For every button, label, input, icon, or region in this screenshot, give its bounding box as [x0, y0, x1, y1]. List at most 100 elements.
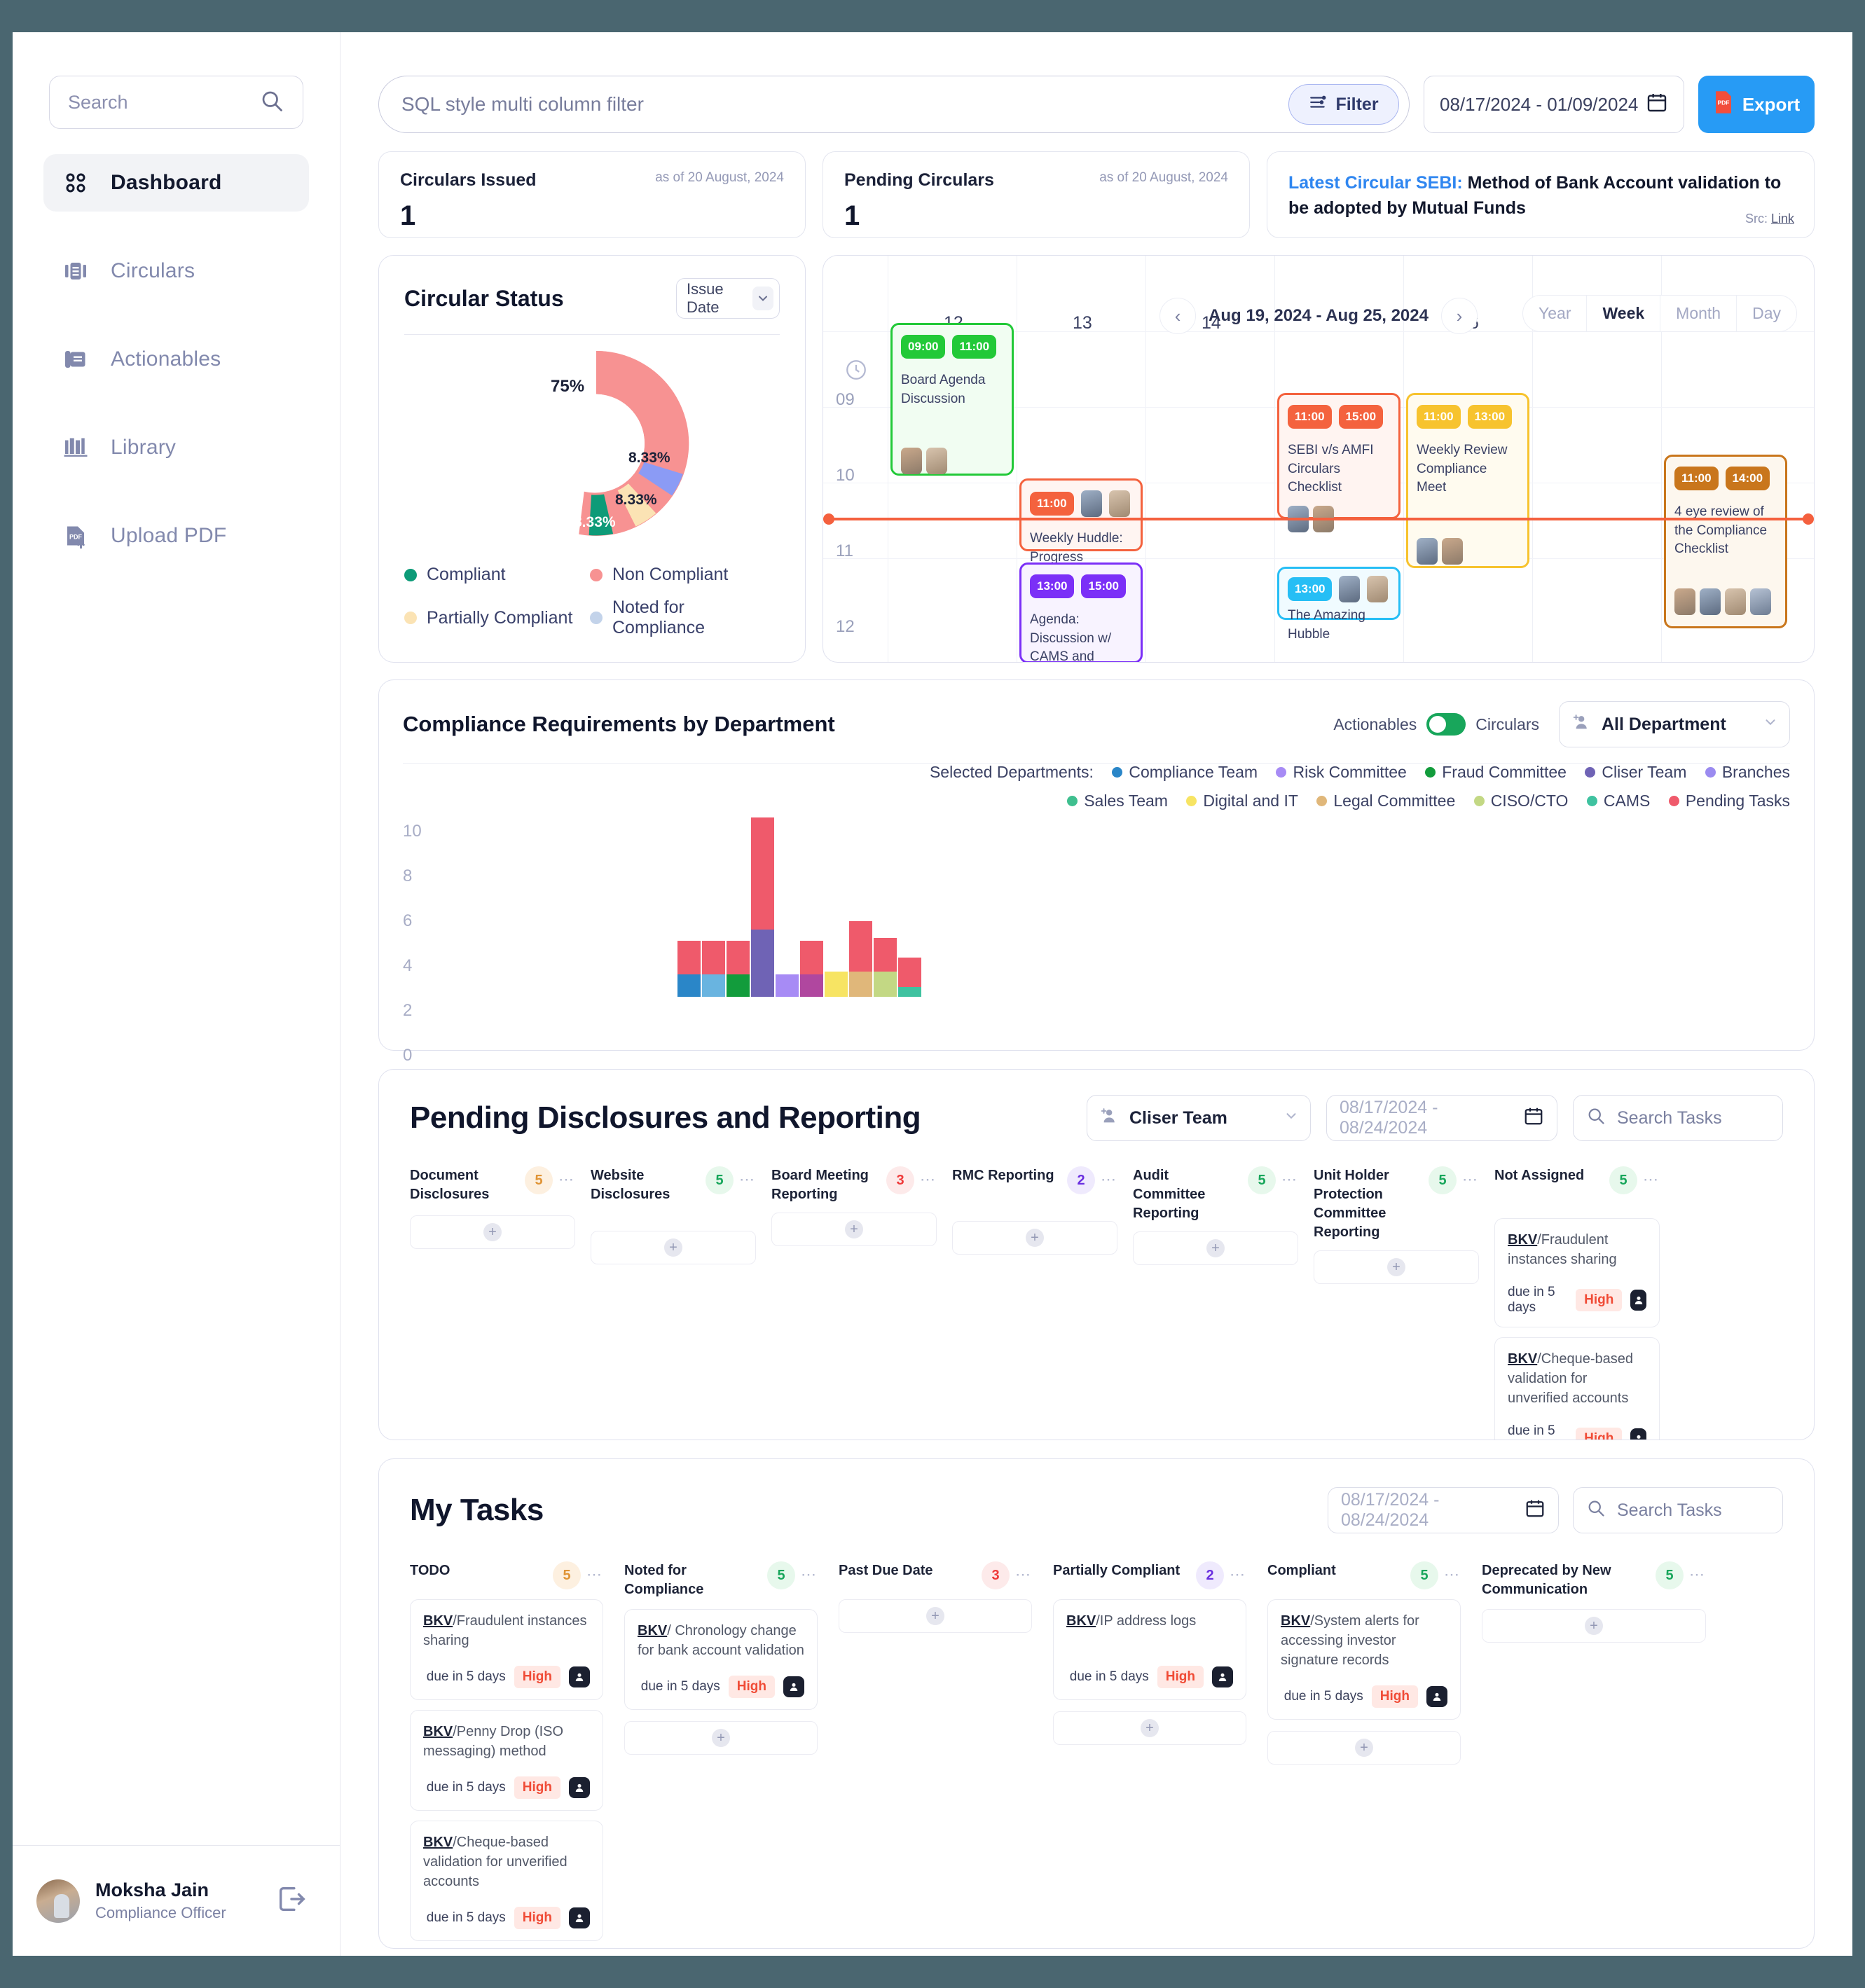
column-menu-icon[interactable]: ⋯ — [1643, 1171, 1660, 1189]
sidebar-search[interactable] — [49, 76, 303, 129]
add-card-button[interactable]: + — [624, 1721, 818, 1755]
column-menu-icon[interactable]: ⋯ — [1281, 1171, 1298, 1189]
assignee-icon[interactable] — [1212, 1666, 1233, 1687]
assignee-icon[interactable] — [1426, 1686, 1447, 1707]
team-select[interactable]: Cliser Team — [1087, 1095, 1311, 1141]
export-button[interactable]: PDF Export — [1698, 76, 1815, 133]
task-card[interactable]: BKV/System alerts for accessing investor… — [1267, 1599, 1461, 1720]
user-profile[interactable]: Moksha Jain Compliance Officer — [13, 1845, 340, 1956]
assignee-icon[interactable] — [569, 1777, 590, 1798]
add-card-button[interactable]: + — [1133, 1231, 1298, 1265]
calendar-view-week[interactable]: Week — [1587, 296, 1661, 331]
pending-date-range[interactable]: 08/17/2024 - 08/24/2024 — [1326, 1095, 1557, 1141]
column-menu-icon[interactable]: ⋯ — [920, 1171, 937, 1189]
column-menu-icon[interactable]: ⋯ — [558, 1171, 575, 1189]
actionables-circulars-toggle[interactable]: Actionables Circulars — [1333, 713, 1539, 736]
my-tasks-date-range[interactable]: 08/17/2024 - 08/24/2024 — [1328, 1487, 1559, 1533]
calendar-event-agenda-cams[interactable]: 13:00 15:00 Agenda: Discussion w/ CAMS a… — [1019, 562, 1143, 662]
sidebar-item-circulars[interactable]: Circulars — [43, 242, 309, 300]
calendar-icon — [1646, 91, 1668, 118]
calendar-view-year[interactable]: Year — [1523, 296, 1588, 331]
task-card[interactable]: BKV/ Chronology change for bank account … — [624, 1609, 818, 1710]
task-card[interactable]: BKV/Fraudulent instances sharing due in … — [1494, 1218, 1660, 1327]
assignee-icon[interactable] — [569, 1666, 590, 1687]
column-menu-icon[interactable]: ⋯ — [739, 1171, 756, 1189]
add-card-button[interactable]: + — [771, 1213, 937, 1246]
sidebar-item-dashboard[interactable]: Dashboard — [43, 154, 309, 212]
selected-departments-label: Selected Departments: — [929, 763, 1094, 781]
add-card-button[interactable]: + — [410, 1215, 575, 1249]
column-menu-icon[interactable]: ⋯ — [1101, 1171, 1117, 1189]
sidebar-item-actionables[interactable]: Actionables — [43, 331, 309, 388]
calendar-event-weekly-review[interactable]: 11:00 13:00 Weekly Review Compliance Mee… — [1406, 393, 1529, 568]
column-menu-icon[interactable]: ⋯ — [1230, 1566, 1246, 1584]
calendar-event-board-agenda[interactable]: 09:00 11:00 Board Agenda Discussion — [890, 323, 1014, 476]
column-title: Noted for Compliance — [624, 1563, 704, 1597]
add-card-button[interactable]: + — [1053, 1711, 1246, 1745]
kpi-title: Pending Circulars — [844, 170, 994, 190]
legend-item-compliant: Compliant — [404, 565, 590, 585]
task-due: due in 5 days — [426, 1910, 506, 1925]
search-icon — [1586, 1106, 1606, 1131]
department-select[interactable]: All Department — [1559, 701, 1790, 747]
src-label: Src: — [1744, 212, 1768, 226]
date-range-picker[interactable]: 08/17/2024 - 01/09/2024 — [1424, 76, 1684, 133]
assignee-icon[interactable] — [783, 1676, 804, 1697]
filter-button[interactable]: Filter — [1288, 84, 1399, 125]
assignee-icon[interactable] — [1630, 1428, 1646, 1440]
toggle-switch[interactable] — [1426, 713, 1466, 736]
bar-cliser-team — [751, 817, 774, 997]
calendar-event-weekly-huddle[interactable]: 11:00 Weekly Huddle: Progress — [1019, 478, 1143, 565]
add-card-button[interactable]: + — [1314, 1250, 1479, 1284]
assignee-icon[interactable] — [1630, 1290, 1646, 1311]
team-select-value: Cliser Team — [1129, 1107, 1227, 1128]
sidebar-item-upload-pdf[interactable]: PDF Upload PDF — [43, 507, 309, 565]
issue-date-select[interactable]: Issue Date — [676, 278, 780, 319]
calendar-event-sebi-amfi[interactable]: 11:00 15:00 SEBI v/s AMFI Circulars Chec… — [1277, 393, 1401, 532]
pending-search[interactable]: Search Tasks — [1573, 1095, 1783, 1141]
task-card[interactable]: BKV/Cheque-based validation for unverifi… — [410, 1821, 603, 1941]
column-menu-icon[interactable]: ⋯ — [1444, 1566, 1461, 1584]
legend-item-ciso-cto: CISO/CTO — [1473, 792, 1568, 810]
plus-icon: + — [845, 1220, 863, 1238]
column-menu-icon[interactable]: ⋯ — [586, 1566, 603, 1584]
search-icon — [1586, 1498, 1606, 1523]
column-menu-icon[interactable]: ⋯ — [1015, 1566, 1032, 1584]
column-count: 5 — [706, 1166, 734, 1194]
assignee-icon[interactable] — [569, 1907, 590, 1928]
search-input[interactable] — [68, 91, 243, 113]
donut-label-non-compliant: 75% — [551, 377, 585, 396]
calendar-event-4-eye-review[interactable]: 11:00 14:00 4 eye review of the Complian… — [1664, 455, 1787, 628]
add-card-button[interactable]: + — [839, 1599, 1032, 1633]
add-card-button[interactable]: + — [1267, 1731, 1461, 1765]
sidebar-item-label: Upload PDF — [111, 524, 227, 547]
column-menu-icon[interactable]: ⋯ — [1689, 1566, 1706, 1584]
calendar-prev-button[interactable]: ‹ — [1159, 298, 1197, 334]
my-tasks-search[interactable]: Search Tasks — [1573, 1487, 1783, 1533]
task-card[interactable]: BKV/Cheque-based validation for unverifi… — [1494, 1337, 1660, 1440]
calendar-view-month[interactable]: Month — [1660, 296, 1737, 331]
sidebar-item-library[interactable]: Library — [43, 419, 309, 476]
task-card[interactable]: BKV/Penny Drop (ISO messaging) method du… — [410, 1710, 603, 1811]
column-title: Past Due Date — [839, 1563, 933, 1578]
column-menu-icon[interactable]: ⋯ — [1462, 1171, 1479, 1189]
add-card-button[interactable]: + — [1482, 1609, 1706, 1643]
sql-filter-bar[interactable]: Filter — [378, 76, 1410, 133]
event-title: Board Agenda Discussion — [901, 373, 986, 406]
task-card[interactable]: BKV/Fraudulent instances sharing due in … — [410, 1599, 603, 1700]
add-card-button[interactable]: + — [591, 1231, 756, 1264]
calendar-next-button[interactable]: › — [1440, 298, 1478, 334]
task-card[interactable]: BKV/IP address logs due in 5 days High — [1053, 1599, 1246, 1700]
calendar-view-day[interactable]: Day — [1737, 296, 1796, 331]
sql-filter-input[interactable] — [401, 93, 1288, 116]
my-tasks-kanban: TODO 5 ⋯ BKV/Fraudulent instances sharin… — [410, 1561, 1783, 1948]
calendar-event-amazing-hubble[interactable]: 13:00 The Amazing Hubble — [1277, 567, 1401, 642]
department-bar-plot: 10 8 6 4 2 0 Mar April May June July Aug — [403, 817, 1790, 1110]
add-card-button[interactable]: + — [952, 1221, 1117, 1255]
task-priority: High — [514, 1666, 560, 1688]
src-link[interactable]: Link — [1771, 212, 1794, 226]
date-range-value: 08/17/2024 - 01/09/2024 — [1440, 93, 1639, 115]
my-tasks-title: My Tasks — [410, 1493, 544, 1527]
column-menu-icon[interactable]: ⋯ — [801, 1566, 818, 1584]
logout-icon[interactable] — [275, 1883, 308, 1919]
